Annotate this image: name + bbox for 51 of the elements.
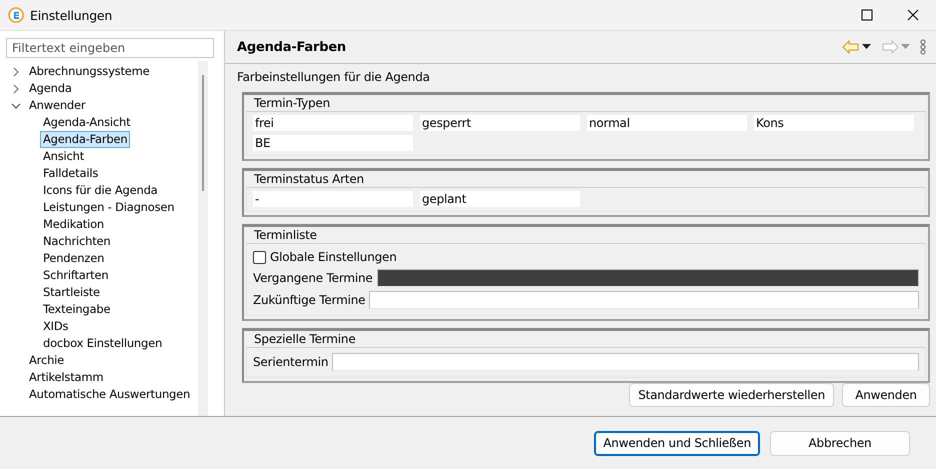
color-field[interactable] bbox=[376, 269, 919, 287]
checkbox[interactable] bbox=[253, 250, 266, 264]
tree-item[interactable]: Falldetails bbox=[40, 165, 102, 182]
tree-item[interactable]: docbox Einstellungen bbox=[40, 335, 166, 352]
cancel-button[interactable]: Abbrechen bbox=[770, 430, 910, 456]
group-title: Spezielle Termine bbox=[254, 332, 356, 346]
tree-item[interactable]: Automatische Auswertungen bbox=[26, 386, 194, 403]
group-title: Terminliste bbox=[254, 228, 317, 242]
restore-defaults-button[interactable]: Standardwerte wiederherstellen bbox=[629, 383, 834, 407]
group-title: Terminstatus Arten bbox=[254, 172, 364, 186]
color-swatch[interactable]: Kons bbox=[754, 115, 914, 131]
tree-item[interactable]: Texteingabe bbox=[40, 301, 114, 318]
tree-item[interactable]: Medikation bbox=[40, 216, 108, 233]
tree-item[interactable]: Pendenzen bbox=[40, 250, 108, 267]
tree-item[interactable]: Agenda-Ansicht bbox=[40, 114, 134, 131]
color-swatch[interactable]: normal bbox=[587, 115, 747, 131]
more-options-icon[interactable] bbox=[920, 39, 926, 55]
window-title: Einstellungen bbox=[30, 8, 112, 22]
group-title: Termin-Typen bbox=[254, 96, 330, 110]
checkbox-label: Globale Einstellungen bbox=[270, 250, 397, 264]
tree-item[interactable]: Agenda-Farben bbox=[40, 131, 130, 148]
color-swatch[interactable]: geplant bbox=[420, 191, 580, 207]
tree-item[interactable]: Icons für die Agenda bbox=[40, 182, 161, 199]
page-description: Farbeinstellungen für die Agenda bbox=[237, 70, 431, 84]
color-field[interactable] bbox=[369, 291, 919, 309]
tree-item[interactable]: Schriftarten bbox=[40, 267, 112, 284]
tree-item[interactable]: Artikelstamm bbox=[26, 369, 106, 386]
color-swatch[interactable]: frei bbox=[253, 115, 413, 131]
scrollbar[interactable] bbox=[198, 61, 208, 416]
tree-item[interactable]: Anwender bbox=[26, 97, 88, 114]
filter-field[interactable]: Filtertext eingeben bbox=[6, 38, 214, 58]
apply-and-close-button[interactable]: Anwenden und Schließen bbox=[594, 430, 760, 456]
tree-item[interactable]: Agenda bbox=[26, 80, 75, 97]
tree-item[interactable]: Abrechnungssysteme bbox=[26, 63, 153, 80]
page-title: Agenda-Farben bbox=[237, 40, 346, 54]
tree-item[interactable]: XIDs bbox=[40, 318, 72, 335]
color-swatch[interactable]: BE bbox=[253, 135, 413, 151]
field-label: Serientermin bbox=[253, 355, 328, 369]
color-swatch[interactable]: gesperrt bbox=[420, 115, 580, 131]
tree-item[interactable]: Startleiste bbox=[40, 284, 103, 301]
color-swatch[interactable]: - bbox=[253, 191, 413, 207]
field-label: Vergangene Termine bbox=[253, 271, 373, 285]
tree-item[interactable]: Archie bbox=[26, 352, 68, 369]
tree-item[interactable]: Nachrichten bbox=[40, 233, 114, 250]
dropdown-caret-icon[interactable] bbox=[862, 44, 871, 50]
app-logo-icon bbox=[8, 7, 24, 23]
tree-item[interactable]: Ansicht bbox=[40, 148, 88, 165]
tree-item[interactable]: Leistungen - Diagnosen bbox=[40, 199, 178, 216]
field-label: Zukünftige Termine bbox=[253, 293, 366, 307]
color-field[interactable] bbox=[332, 353, 919, 371]
apply-button[interactable]: Anwenden bbox=[842, 383, 930, 407]
